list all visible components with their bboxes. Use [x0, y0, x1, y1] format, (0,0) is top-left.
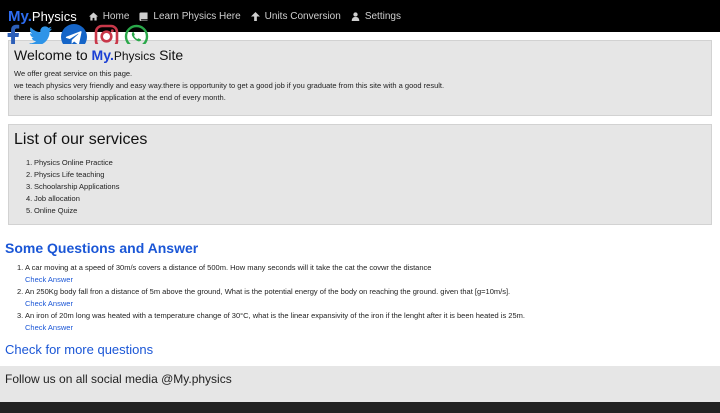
question-text: An iron of 20m long was heated with a te… [25, 311, 525, 320]
more-questions-link[interactable]: Check for more questions [5, 342, 153, 357]
footer: Follow us on all social media @My.physic… [0, 366, 720, 402]
whatsapp-icon[interactable] [124, 24, 149, 44]
welcome-title-brand1: My. [91, 47, 114, 63]
twitter-icon[interactable] [29, 24, 53, 44]
service-item-label: Physics Online Practice [34, 158, 113, 167]
nav-item-label: Units Conversion [264, 10, 341, 22]
welcome-title-prefix: Welcome to [14, 47, 92, 63]
question-item: 3. An iron of 20m long was heated with a … [17, 310, 717, 334]
question-text: An 250Kg body fall fron a distance of 5m… [25, 287, 511, 296]
brand-logo[interactable]: My.Physics [8, 8, 77, 25]
question-text: A car moving at a speed of 30m/s covers … [25, 263, 432, 272]
nav-item-label: Home [102, 10, 130, 22]
nav-item-home[interactable]: Home [88, 10, 130, 22]
bottom-bar [0, 402, 720, 413]
welcome-line: we teach physics very friendly and easy … [14, 81, 445, 90]
service-item: 5. Online Quize [26, 206, 78, 215]
question-item: 2. An 250Kg body fall fron a distance of … [17, 286, 717, 310]
welcome-line: We offer great service on this page. [14, 69, 133, 78]
welcome-title: Welcome to My.Physics Site [14, 47, 706, 63]
brand-part1: My. [8, 7, 32, 25]
service-item: 3. Schoolarship Applications [26, 182, 120, 191]
check-answer-link[interactable]: Check Answer [17, 322, 717, 334]
welcome-title-brand2: Physics [113, 49, 156, 63]
nav-item-label: Learn Physics Here [153, 10, 241, 22]
service-item-label: Schoolarship Applications [34, 182, 120, 191]
check-answer-link[interactable]: Check Answer [17, 274, 717, 286]
services-panel: List of our services 1. Physics Online Pr… [8, 124, 712, 225]
book-icon [139, 11, 148, 21]
service-item-label: Physics Life teaching [34, 170, 105, 179]
nav-item-units-conversion[interactable]: Units Conversion [250, 10, 341, 22]
instagram-icon[interactable] [94, 24, 119, 44]
nav-item-settings[interactable]: Settings [351, 11, 401, 22]
nav-item-learn-physics[interactable]: Learn Physics Here [139, 10, 241, 22]
question-item: 1. A car moving at a speed of 30m/s cover… [17, 262, 717, 286]
service-item: 1. Physics Online Practice [26, 158, 113, 167]
welcome-panel: Welcome to My.Physics Site We offer grea… [8, 40, 712, 116]
facebook-icon[interactable] [5, 24, 21, 44]
follow-text: Follow us on all social media @My.physic… [5, 372, 232, 386]
welcome-title-suffix: Site [155, 47, 184, 63]
arrow-up-icon [250, 11, 260, 21]
service-item: 4. Job allocation [26, 194, 80, 203]
home-icon [88, 11, 98, 21]
services-list: 1. Physics Online Practice 2. Physics Life… [14, 157, 706, 217]
service-item-label: Online Quize [34, 206, 78, 215]
check-answer-link[interactable]: Check Answer [17, 298, 717, 310]
service-item-label: Job allocation [34, 194, 80, 203]
brand-part2: Physics [31, 8, 77, 24]
service-item: 2. Physics Life teaching [26, 170, 105, 179]
user-icon [351, 11, 360, 21]
nav-item-label: Settings [364, 10, 401, 22]
services-title: List of our services [14, 131, 148, 148]
telegram-icon[interactable] [61, 24, 87, 44]
questions-list: 1. A car moving at a speed of 30m/s cover… [17, 262, 717, 334]
questions-title: Some Questions and Answer [5, 240, 199, 256]
welcome-line: there is also schoolarship application a… [14, 93, 226, 102]
